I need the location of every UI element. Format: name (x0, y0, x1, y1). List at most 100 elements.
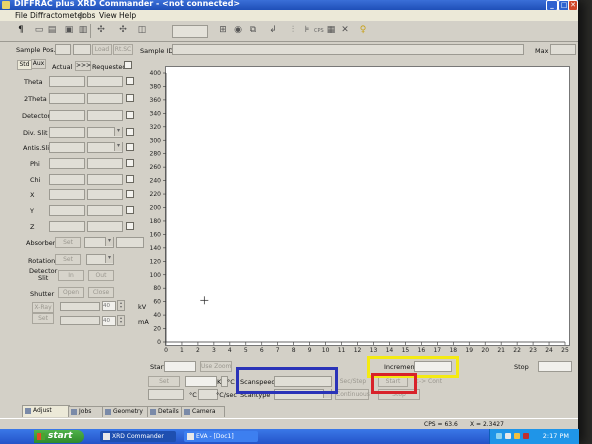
stop-angle-field[interactable] (538, 361, 572, 372)
title-bar[interactable]: DIFFRAC plus XRD Commander - <not connec… (0, 0, 578, 11)
sample-id-field[interactable] (172, 44, 524, 55)
shutter-close-button[interactable]: Close (88, 287, 114, 298)
generator-set-button[interactable]: Set (32, 313, 54, 324)
continuous-button[interactable]: Continuous (335, 389, 370, 400)
kv-slider[interactable] (60, 302, 100, 311)
requested-checkbox-theta[interactable] (126, 77, 134, 85)
rotation-dropdown[interactable] (86, 254, 114, 265)
menu-file[interactable]: File (15, 11, 28, 20)
menu-diffractometer[interactable]: Diffractometer (30, 11, 85, 20)
tab-camera[interactable]: Camera (181, 406, 225, 417)
x-tick-label: 15 (402, 347, 410, 354)
menu-help[interactable]: Help (119, 11, 136, 20)
taskbar-eva[interactable]: EVA - [Doc1] (184, 431, 258, 442)
requested-field-y[interactable] (87, 205, 123, 216)
temperature-field[interactable] (185, 376, 217, 387)
y-tick-label: 180 (150, 218, 162, 225)
tool-a-icon[interactable]: ✣ (96, 25, 106, 36)
lightbulb-icon[interactable]: ♀ (358, 25, 368, 36)
tab-aux[interactable]: Aux (31, 59, 46, 69)
detector-slit-in-button[interactable]: In (58, 270, 84, 281)
open-icon[interactable]: ▥ (78, 25, 88, 36)
ma-slider[interactable] (60, 316, 100, 325)
temperature-set-button[interactable]: Set (148, 376, 180, 387)
grid-icon[interactable]: ▦ (326, 25, 336, 36)
requested-checkbox-y[interactable] (126, 206, 134, 214)
requested-checkbox-detector[interactable] (126, 111, 134, 119)
requested-checkbox-chi[interactable] (126, 175, 134, 183)
app-icon (2, 1, 10, 9)
details-icon (150, 409, 156, 415)
toolbar-dropdown[interactable] (172, 25, 208, 38)
ruler-icon[interactable]: ⊧ (302, 25, 312, 36)
tool-c-icon[interactable]: ◫ (137, 25, 147, 36)
taskbar-xrd-commander[interactable]: XRD Commander (100, 431, 176, 442)
rt-sc-button[interactable]: Rt.SC (113, 44, 133, 55)
requested-all-checkbox[interactable] (124, 61, 132, 69)
kv-spinner[interactable]: ▴ ▾ (117, 300, 125, 311)
instrument-icon[interactable]: ¶ (16, 25, 26, 36)
requested-field-antis-slit[interactable] (87, 142, 123, 153)
detector-slit-out-button[interactable]: Out (88, 270, 114, 281)
y-tick-label: 20 (153, 326, 161, 333)
network-icon[interactable] (496, 433, 502, 439)
copy-actual-button[interactable]: >>> (75, 61, 91, 71)
x-tick-label: 19 (465, 347, 473, 354)
requested-checkbox-div-slit[interactable] (126, 128, 134, 136)
tab-adjust[interactable]: Adjust (22, 405, 70, 417)
requested-field-theta[interactable] (87, 76, 123, 87)
levels-icon[interactable]: ⫶ (288, 25, 298, 36)
requested-checkbox-antis-slit[interactable] (126, 143, 134, 151)
ma-value[interactable]: 40 (102, 316, 116, 326)
volume-icon[interactable] (505, 433, 511, 439)
absorber-set-button[interactable]: Set (55, 237, 81, 248)
requested-field-chi[interactable] (87, 174, 123, 185)
save-icon[interactable]: ▣ (64, 25, 74, 36)
load-button[interactable]: Load (92, 44, 112, 55)
max-field[interactable] (550, 44, 576, 55)
ma-spinner[interactable]: ▴ ▾ (117, 315, 125, 326)
requested-field-phi[interactable] (87, 158, 123, 169)
absorber-dropdown[interactable] (84, 237, 114, 248)
start-angle-field[interactable] (164, 361, 196, 372)
requested-field-2theta[interactable] (87, 93, 123, 104)
x-tick-label: 24 (545, 347, 553, 354)
tool-b-icon[interactable]: ✣ (118, 25, 128, 36)
kv-value[interactable]: 40 (102, 301, 116, 311)
requested-field-z[interactable] (87, 221, 123, 232)
requested-checkbox-phi[interactable] (126, 159, 134, 167)
requested-checkbox-2theta[interactable] (126, 94, 134, 102)
rate-field[interactable] (198, 389, 218, 400)
requested-field-detector[interactable] (87, 110, 123, 121)
tab-jobs[interactable]: Jobs (68, 406, 104, 417)
tab-std[interactable]: Std (17, 60, 32, 70)
crosshair-icon[interactable]: ✕ (340, 25, 350, 36)
rotation-set-button[interactable]: Set (55, 254, 81, 265)
requested-field-x[interactable] (87, 189, 123, 200)
return-icon[interactable]: ↲ (268, 25, 278, 36)
celsius-label: °C (227, 378, 235, 386)
x-tick-label: 2 (196, 347, 200, 354)
start-button[interactable]: start (34, 430, 84, 443)
requested-checkbox-z[interactable] (126, 222, 134, 230)
fit-icon[interactable]: ⊞ (218, 25, 228, 36)
security-icon[interactable] (514, 433, 520, 439)
target-temperature-field[interactable] (148, 389, 184, 400)
use-zoom-button[interactable]: Use Zoom (200, 361, 232, 372)
menu-view[interactable]: View (99, 11, 117, 20)
sample-pos-field-2[interactable] (73, 44, 91, 55)
requested-field-div-slit[interactable] (87, 127, 123, 138)
requested-checkbox-x[interactable] (126, 190, 134, 198)
x-ray-button[interactable]: X-Ray (32, 302, 54, 313)
tab-geometry[interactable]: Geometry (102, 406, 150, 417)
sample-pos-field[interactable] (55, 44, 71, 55)
xrd-app-icon (103, 433, 110, 440)
camera-icon[interactable]: ◉ (233, 25, 243, 36)
stack-icon[interactable]: ⧉ (248, 25, 258, 36)
print-icon[interactable]: ▤ (47, 25, 57, 36)
tab-geometry-label: Geometry (113, 408, 143, 415)
alert-icon[interactable] (523, 433, 529, 439)
page-icon[interactable]: ▭ (34, 25, 44, 36)
menu-jobs[interactable]: Jobs (80, 11, 95, 20)
shutter-open-button[interactable]: Open (58, 287, 84, 298)
